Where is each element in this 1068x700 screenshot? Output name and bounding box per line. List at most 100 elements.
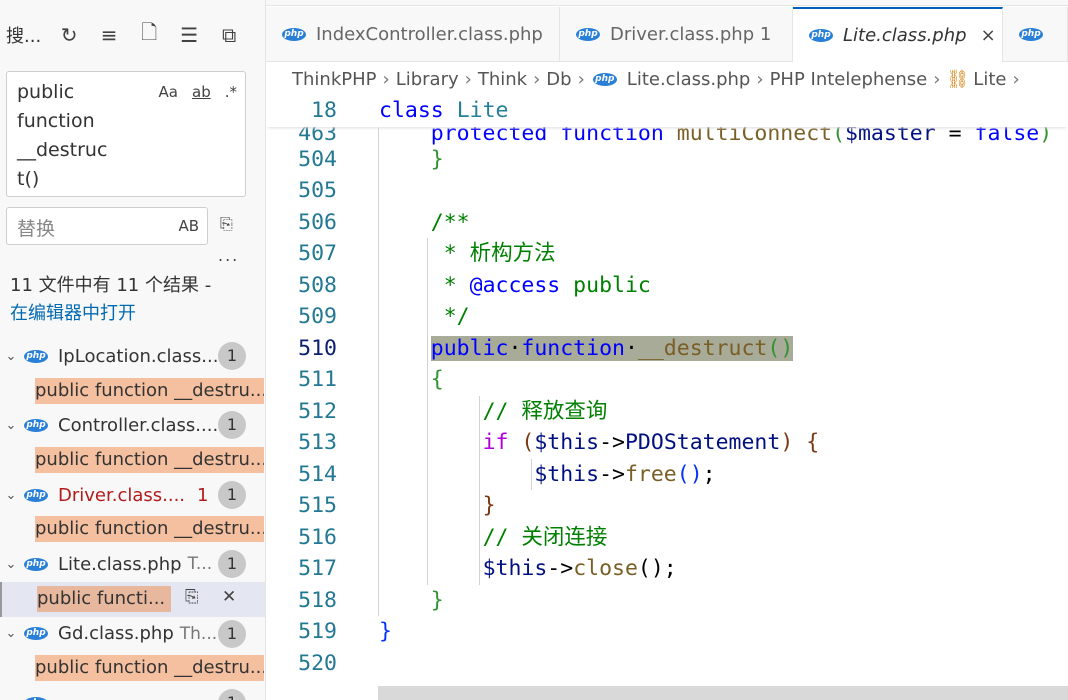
- result-match[interactable]: public function __destru...: [0, 374, 265, 409]
- php-file-icon: php: [282, 28, 306, 41]
- chevron-down-icon[interactable]: ⌄: [0, 418, 22, 433]
- search-line: function: [17, 110, 95, 132]
- line-number: 517: [298, 556, 337, 581]
- search-input[interactable]: public function __destruc t() Aa ab .*: [6, 71, 246, 197]
- code-line: 513 if ($this->PDOStatement) {: [266, 427, 1068, 459]
- php-file-icon: php: [809, 29, 833, 42]
- indent-guide: [378, 127, 379, 616]
- preserve-case-toggle[interactable]: AB: [178, 217, 199, 235]
- result-match[interactable]: public functi... ⎘ ✕: [0, 581, 265, 617]
- chevron-down-icon[interactable]: ⌄: [0, 488, 22, 503]
- code-line: 518 }: [266, 585, 1068, 617]
- replace-icon[interactable]: ⎘: [185, 587, 199, 607]
- match-count-badge: 1: [218, 619, 246, 648]
- line-number: 510: [298, 335, 337, 361]
- result-file[interactable]: ⌄ php Driver.class.... 1 1: [0, 478, 265, 513]
- dismiss-icon[interactable]: ✕: [222, 587, 236, 607]
- search-line: t(): [17, 168, 40, 190]
- new-search-editor-icon[interactable]: 🗋: [129, 18, 169, 52]
- tab-overflow[interactable]: php: [1003, 7, 1068, 62]
- code-text: */: [443, 304, 470, 329]
- code-line: 519}: [266, 616, 1068, 648]
- search-line: __destruc: [17, 139, 108, 161]
- indent-guide: [427, 238, 428, 585]
- line-number: 518: [298, 587, 337, 613]
- editor-tabs: php IndexController.class.php php Driver.c…: [266, 7, 1068, 62]
- chevron-down-icon[interactable]: ⌄: [0, 626, 22, 641]
- sticky-scroll-header[interactable]: 18 class Lite: [266, 95, 1068, 127]
- code-line: 517 $this->close();: [266, 553, 1068, 585]
- problem-count: 1: [197, 484, 209, 506]
- chevron-down-icon[interactable]: ⌄: [0, 557, 22, 572]
- chevron-right-icon: ›: [577, 68, 585, 90]
- more-options-button[interactable]: ...: [218, 246, 239, 265]
- search-sidebar: 搜... ↻ ≡ 🗋 ☰ ⧉ public function __destruc…: [0, 0, 266, 700]
- breadcrumb-item[interactable]: Lite.class.php: [627, 69, 751, 90]
- result-file-name: Gd.class.php: [58, 623, 174, 645]
- chevron-right-icon: ›: [533, 68, 541, 90]
- code-line: 511 {: [266, 364, 1068, 396]
- code-text: if ($this->PDOStatement) {: [482, 430, 820, 455]
- open-in-editor-link[interactable]: 在编辑器中打开: [10, 300, 211, 328]
- breadcrumb-item[interactable]: PHP Intelephense: [770, 69, 928, 90]
- line-number: 506: [298, 209, 337, 235]
- result-file[interactable]: ⌄ php Lite.class.php T... 1: [0, 547, 265, 582]
- line-number: 513: [298, 430, 337, 455]
- result-match[interactable]: public function __destru...: [0, 443, 265, 478]
- result-file-name: Controller.class....: [58, 415, 218, 437]
- line-number: 514: [298, 461, 337, 487]
- search-title: 搜...: [6, 26, 42, 47]
- breadcrumb-item[interactable]: Library: [396, 69, 459, 90]
- code-text: }: [430, 587, 444, 613]
- tab-indexcontroller[interactable]: php IndexController.class.php: [266, 7, 560, 62]
- collapse-all-icon[interactable]: ☰: [169, 23, 209, 47]
- line-number: 505: [298, 178, 337, 203]
- regex-toggle[interactable]: .*: [225, 78, 237, 107]
- clear-results-icon[interactable]: ≡: [89, 23, 129, 47]
- tab-lite[interactable]: php Lite.class.php ×: [793, 7, 1003, 62]
- tab-driver[interactable]: php Driver.class.php 1: [560, 7, 793, 62]
- whole-word-toggle[interactable]: ab: [192, 78, 211, 107]
- replace-input[interactable]: 替换 AB: [6, 207, 208, 245]
- line-number: 508: [298, 272, 337, 298]
- chevron-down-icon[interactable]: ⌄: [0, 349, 22, 364]
- code-line: 514 $this->free();: [266, 459, 1068, 491]
- tab-label: Lite.class.php: [843, 25, 967, 46]
- result-file[interactable]: ⌄ php Controller.class.... 1: [0, 408, 265, 443]
- code-text: // 释放查询: [482, 398, 608, 424]
- code-line: 507 * 析构方法: [266, 238, 1068, 270]
- result-file-path: T...: [187, 554, 213, 575]
- close-icon[interactable]: ×: [981, 25, 996, 46]
- result-file[interactable]: ⌄ php Gd.class.php Th... 1: [0, 617, 265, 652]
- indent-guide: [479, 395, 480, 585]
- result-file-name: Lite.class.php: [58, 553, 182, 575]
- chevron-down-icon[interactable]: ⌄: [0, 696, 22, 700]
- result-match[interactable]: public function __destru...: [0, 651, 265, 686]
- php-file-icon: php: [1019, 28, 1043, 41]
- breadcrumb-item[interactable]: ThinkPHP: [292, 69, 376, 90]
- breadcrumb-item[interactable]: Think: [478, 69, 527, 90]
- chevron-right-icon: ›: [1012, 68, 1020, 90]
- result-match[interactable]: public function __destru...: [0, 512, 265, 547]
- code-text: public·function·__destruct(): [430, 335, 794, 361]
- code-editor[interactable]: 463 protected function multiConnect($mas…: [266, 95, 1068, 700]
- code-line: 18 class Lite: [266, 95, 1068, 127]
- results-summary: 11 文件中有 11 个结果 - 在编辑器中打开: [10, 272, 211, 328]
- view-as-tree-icon[interactable]: ⧉: [209, 23, 249, 47]
- php-file-icon: php: [24, 557, 48, 571]
- php-file-icon: php: [24, 488, 48, 502]
- code-text: * @access public: [443, 272, 651, 298]
- match-case-toggle[interactable]: Aa: [159, 78, 178, 107]
- code-text: $this->free();: [534, 461, 716, 487]
- result-file[interactable]: ⌄php1: [0, 686, 265, 700]
- replace-all-icon[interactable]: ⎘: [220, 214, 233, 234]
- code-line: 515 }: [266, 490, 1068, 522]
- horizontal-scrollbar[interactable]: [378, 686, 1068, 700]
- php-file-icon: php: [576, 28, 600, 41]
- breadcrumb-item[interactable]: Lite: [973, 69, 1006, 90]
- breadcrumb-item[interactable]: Db: [546, 69, 571, 90]
- chevron-right-icon: ›: [756, 68, 764, 90]
- result-file[interactable]: ⌄ php IpLocation.class.... 1: [0, 339, 265, 374]
- refresh-icon[interactable]: ↻: [49, 23, 89, 47]
- code-text: }: [379, 619, 392, 644]
